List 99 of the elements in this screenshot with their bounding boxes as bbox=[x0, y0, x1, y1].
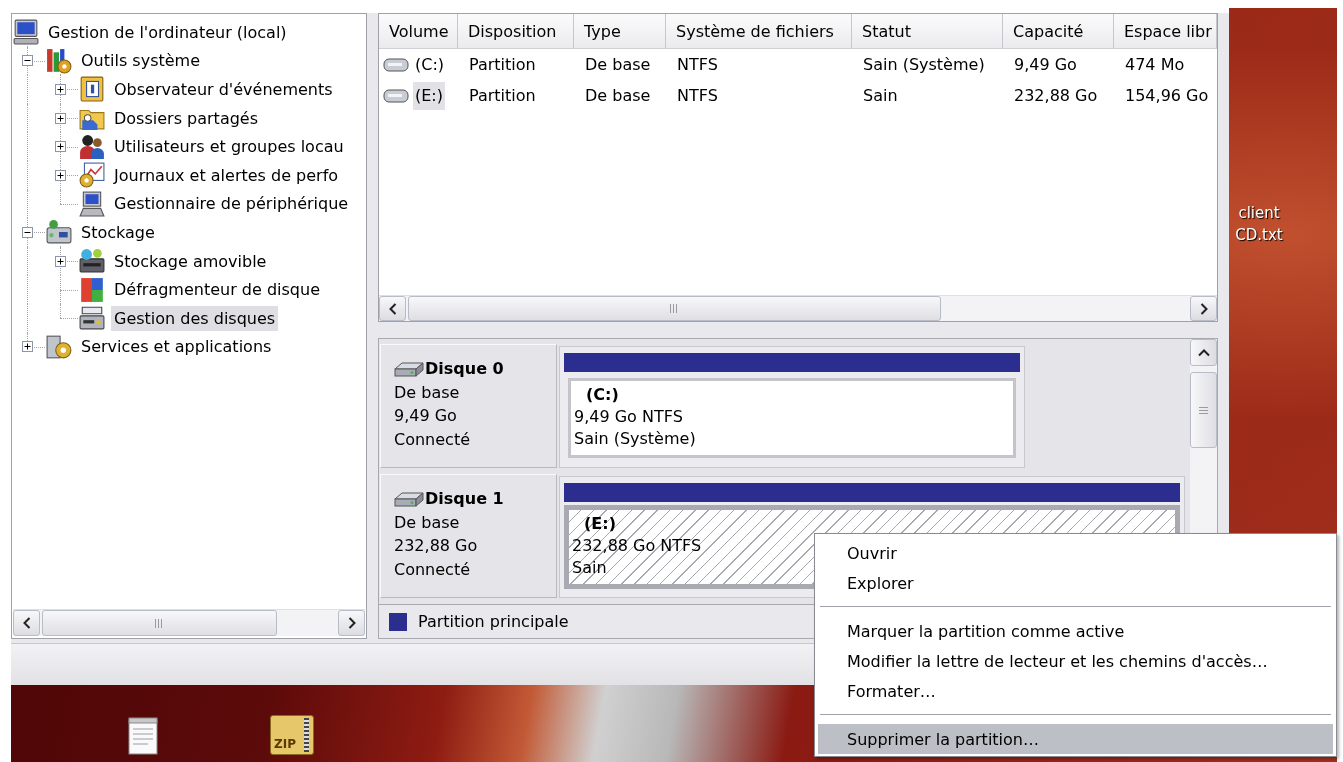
expand-icon[interactable] bbox=[55, 84, 66, 95]
partition-status: Sain (Système) bbox=[574, 428, 696, 450]
scrollbar-thumb[interactable] bbox=[408, 296, 941, 321]
chevron-left-icon bbox=[22, 617, 31, 629]
disk-drive-icon bbox=[394, 490, 424, 507]
scrollbar-track[interactable] bbox=[13, 609, 365, 636]
scroll-right-button[interactable] bbox=[1190, 296, 1217, 321]
tree-item[interactable]: Journaux et alertes de perfo bbox=[111, 162, 342, 188]
disk-size: 9,49 Go bbox=[394, 405, 458, 427]
chevron-right-icon bbox=[347, 617, 356, 629]
expand-icon[interactable] bbox=[55, 255, 66, 267]
scroll-left-button[interactable] bbox=[13, 610, 40, 636]
table-cell-text: De base bbox=[584, 86, 652, 105]
disk-drive-icon bbox=[394, 360, 424, 377]
chart-icon bbox=[79, 162, 105, 189]
legend-label: Partition principale bbox=[418, 612, 569, 631]
grip-icon bbox=[670, 304, 679, 313]
drive-icon bbox=[383, 88, 409, 103]
scrollbar-track[interactable] bbox=[379, 295, 1217, 321]
disk-name: Disque 1 bbox=[425, 488, 504, 510]
colored-blocks-icon bbox=[79, 276, 105, 303]
scroll-left-button[interactable] bbox=[379, 296, 406, 321]
scrollbar-thumb[interactable] bbox=[1190, 372, 1217, 448]
computer-icon bbox=[79, 190, 105, 217]
table-cell-text: 232,88 Go bbox=[1013, 86, 1099, 105]
tree-item[interactable]: Gestionnaire de périphérique bbox=[111, 191, 352, 217]
table-cell-text: De base bbox=[584, 55, 652, 74]
partition-size: 232,88 Go NTFS bbox=[572, 535, 702, 557]
column-header[interactable]: Espace libr bbox=[1114, 14, 1217, 48]
menu-item[interactable]: Ouvrir bbox=[818, 538, 1333, 568]
column-header[interactable]: Type bbox=[574, 14, 666, 48]
menu-item[interactable]: Formater… bbox=[818, 676, 1333, 706]
chevron-left-icon bbox=[388, 302, 397, 315]
tree-item[interactable]: Observateur d'événements bbox=[111, 77, 336, 102]
table-cell[interactable]: (C:) bbox=[413, 50, 447, 79]
expand-icon[interactable] bbox=[22, 341, 33, 353]
tree-item[interactable]: Utilisateurs et groupes locau bbox=[111, 134, 347, 160]
drive-icon bbox=[46, 219, 72, 246]
disk-size: 232,88 Go bbox=[394, 535, 479, 557]
table-cell-text: Partition bbox=[468, 86, 537, 105]
tree-item[interactable]: Dossiers partagés bbox=[111, 105, 262, 131]
menu-item[interactable]: Modifier la lettre de lecteur et les chemins d'accès… bbox=[818, 646, 1333, 676]
table-cell-text: Partition bbox=[468, 55, 537, 74]
legend-swatch-icon bbox=[389, 612, 407, 631]
column-header[interactable]: Système de fichiers bbox=[666, 14, 852, 48]
column-header[interactable]: Volume bbox=[379, 14, 458, 48]
partition-size: 9,49 Go NTFS bbox=[574, 406, 683, 428]
scroll-up-button[interactable] bbox=[1190, 339, 1217, 366]
chevron-right-icon bbox=[1199, 302, 1208, 315]
grip-icon bbox=[1199, 406, 1208, 414]
column-header[interactable]: Disposition bbox=[458, 14, 574, 48]
disk-drive-icon bbox=[79, 305, 105, 332]
notebook-icon bbox=[79, 76, 105, 103]
disk-status: Connecté bbox=[394, 558, 471, 581]
collapse-icon[interactable] bbox=[22, 226, 33, 238]
disk-name: Disque 0 bbox=[425, 358, 504, 380]
expand-icon[interactable] bbox=[55, 141, 66, 153]
tree-item[interactable]: Gestion des disques bbox=[111, 305, 279, 331]
menu-item[interactable]: Supprimer la partition… bbox=[818, 724, 1333, 754]
table-cell-text: Sain bbox=[862, 86, 899, 105]
partition-status: Sain bbox=[572, 557, 607, 579]
partition-label: (E:) bbox=[584, 513, 616, 535]
chevron-up-icon bbox=[1197, 348, 1210, 357]
scroll-right-button[interactable] bbox=[338, 610, 365, 636]
desktop-file-label[interactable]: client CD.txt bbox=[1226, 202, 1292, 246]
zip-folder-icon[interactable]: ZIP bbox=[270, 715, 314, 755]
tree-item[interactable]: Gestion de l'ordinateur (local) bbox=[45, 19, 290, 45]
notepad-icon[interactable] bbox=[128, 717, 158, 755]
removable-drive-icon bbox=[79, 248, 105, 275]
scrollbar-thumb[interactable] bbox=[42, 610, 277, 636]
gear-icon bbox=[46, 333, 72, 360]
disk-type: De base bbox=[394, 381, 461, 404]
tree-item[interactable]: Défragmenteur de disque bbox=[111, 277, 323, 303]
disk-type: De base bbox=[394, 511, 461, 534]
tree-item[interactable]: Outils système bbox=[78, 48, 203, 74]
partition-label: (C:) bbox=[586, 384, 619, 406]
disk-status: Connecté bbox=[394, 428, 471, 451]
table-cell-text: 9,49 Go bbox=[1013, 55, 1078, 74]
expand-icon[interactable] bbox=[55, 169, 66, 181]
table-cell-text: Sain (Système) bbox=[862, 55, 986, 74]
table-cell-text: NTFS bbox=[676, 55, 719, 74]
collapse-icon[interactable] bbox=[22, 55, 33, 67]
partition-box[interactable]: (C:) 9,49 Go NTFS Sain (Système) bbox=[568, 378, 1016, 458]
drive-icon bbox=[383, 57, 409, 72]
table-cell-text: 154,96 Go bbox=[1124, 86, 1210, 105]
grip-icon bbox=[155, 618, 164, 628]
tree-item[interactable]: Stockage bbox=[78, 219, 158, 245]
table-cell-text: 474 Mo bbox=[1124, 55, 1186, 74]
table-cell[interactable]: (E:) bbox=[413, 81, 445, 110]
zip-icon-label: ZIP bbox=[274, 737, 296, 751]
column-header[interactable]: Capacité bbox=[1003, 14, 1114, 48]
tree-item[interactable]: Stockage amovible bbox=[111, 248, 270, 274]
tree-item[interactable]: Services et applications bbox=[78, 334, 275, 360]
expand-icon[interactable] bbox=[55, 112, 66, 124]
table-cell-text: NTFS bbox=[676, 86, 719, 105]
column-header[interactable]: Statut bbox=[852, 14, 1003, 48]
menu-item[interactable]: Explorer bbox=[818, 568, 1333, 598]
menu-item[interactable]: Marquer la partition comme active bbox=[818, 616, 1333, 646]
users-icon bbox=[79, 133, 105, 160]
